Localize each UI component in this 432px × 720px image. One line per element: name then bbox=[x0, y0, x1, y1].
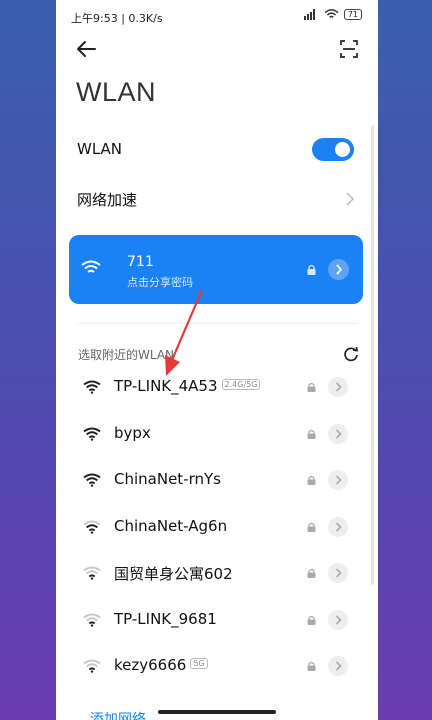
wifi-icon bbox=[83, 520, 101, 534]
connected-ssid: 711 bbox=[127, 254, 154, 270]
battery-icon: 71 bbox=[343, 9, 362, 20]
lock-icon bbox=[307, 568, 316, 578]
lock-icon bbox=[307, 661, 316, 671]
wifi-status-icon bbox=[324, 9, 339, 18]
chevron-right-icon bbox=[335, 568, 342, 578]
band-badge: 2.4G/5G bbox=[221, 379, 261, 390]
network-details-button[interactable] bbox=[328, 377, 348, 397]
lock-icon bbox=[307, 522, 316, 532]
network-ssid: bypx bbox=[114, 423, 151, 442]
network-row[interactable]: TP-LINK_4A53 2.4G/5G bbox=[56, 364, 378, 410]
wifi-icon bbox=[83, 427, 101, 441]
chevron-right-icon bbox=[335, 428, 342, 439]
wifi-icon bbox=[81, 260, 101, 273]
nearby-section-label: 选取附近的WLAN bbox=[78, 348, 175, 362]
band-badge: 5G bbox=[190, 658, 208, 669]
network-row[interactable]: 国贸单身公寓602 bbox=[56, 550, 378, 596]
wifi-icon bbox=[83, 659, 101, 673]
add-network-link[interactable]: 添加网络 bbox=[90, 709, 146, 720]
network-ssid: TP-LINK_9681 bbox=[114, 609, 217, 628]
chevron-right-icon bbox=[335, 475, 342, 485]
lock-icon bbox=[307, 475, 316, 485]
chevron-right-icon bbox=[335, 382, 342, 392]
status-left: 上午9:53 | 0.3K/s bbox=[71, 12, 163, 25]
toggle-knob bbox=[335, 142, 350, 157]
wlan-toggle[interactable] bbox=[312, 138, 354, 161]
network-speed: 0.3K/s bbox=[128, 12, 163, 25]
signal-icon bbox=[303, 9, 315, 20]
wlan-toggle-label: WLAN bbox=[77, 140, 123, 158]
lock-icon bbox=[307, 382, 316, 392]
wifi-icon bbox=[83, 380, 101, 394]
network-details-button[interactable] bbox=[328, 656, 348, 676]
chevron-right-icon bbox=[335, 521, 342, 532]
network-name: ChinaNet-Ag6n bbox=[114, 517, 227, 535]
network-details-button[interactable] bbox=[328, 423, 348, 444]
scrollbar[interactable] bbox=[371, 125, 374, 585]
share-password-hint: 点击分享密码 bbox=[127, 276, 193, 289]
chevron-right-icon[interactable] bbox=[345, 192, 355, 206]
chevron-right-icon bbox=[336, 264, 343, 275]
lock-icon bbox=[307, 615, 316, 625]
scan-icon[interactable] bbox=[340, 40, 358, 58]
network-ssid: ChinaNet-Ag6n bbox=[114, 516, 228, 535]
network-row[interactable]: kezy6666 5G bbox=[56, 643, 378, 689]
network-details-button[interactable] bbox=[328, 470, 348, 490]
network-row[interactable]: TP-LINK_9681 bbox=[56, 597, 378, 643]
network-name: TP-LINK_4A53 2.4G/5G bbox=[114, 377, 261, 395]
lock-icon bbox=[307, 429, 316, 439]
settings-screen: 上午9:53 | 0.3K/s 71 WLAN WLAN 网络加速 711 点击… bbox=[56, 0, 378, 720]
network-details-button[interactable] bbox=[328, 563, 348, 583]
network-details-button[interactable] bbox=[328, 609, 348, 630]
status-bar: 上午9:53 | 0.3K/s 71 bbox=[56, 0, 378, 34]
network-details-button[interactable] bbox=[328, 259, 349, 280]
network-ssid: 国贸单身公寓602 bbox=[114, 565, 233, 583]
page-title: WLAN bbox=[76, 77, 157, 107]
network-row[interactable]: ChinaNet-rnYs bbox=[56, 457, 378, 503]
connected-network-card[interactable]: 711 点击分享密码 bbox=[69, 235, 363, 304]
wifi-icon bbox=[83, 473, 101, 487]
network-name: 国贸单身公寓602 bbox=[114, 563, 233, 584]
network-row[interactable]: ChinaNet-Ag6n bbox=[56, 504, 378, 550]
lock-icon bbox=[307, 264, 316, 275]
divider bbox=[77, 323, 357, 324]
home-indicator bbox=[158, 710, 276, 714]
chevron-right-icon bbox=[335, 661, 342, 671]
arrow-left-icon[interactable] bbox=[74, 38, 98, 60]
network-name: kezy6666 5G bbox=[114, 656, 208, 674]
network-ssid: TP-LINK_4A53 bbox=[114, 377, 218, 395]
network-row[interactable]: bypx bbox=[56, 411, 378, 457]
wifi-icon bbox=[83, 566, 101, 580]
wifi-icon bbox=[83, 613, 101, 627]
network-name: TP-LINK_9681 bbox=[114, 610, 217, 628]
refresh-icon[interactable] bbox=[343, 346, 359, 362]
network-ssid: kezy6666 bbox=[114, 656, 187, 674]
network-name: bypx bbox=[114, 424, 151, 442]
chevron-right-icon bbox=[335, 614, 342, 625]
network-details-button[interactable] bbox=[328, 516, 348, 537]
network-accel-label[interactable]: 网络加速 bbox=[77, 189, 137, 210]
network-ssid: ChinaNet-rnYs bbox=[114, 470, 221, 488]
status-time: 上午9:53 bbox=[71, 12, 118, 25]
network-name: ChinaNet-rnYs bbox=[114, 470, 221, 488]
status-right: 71 bbox=[303, 9, 362, 20]
